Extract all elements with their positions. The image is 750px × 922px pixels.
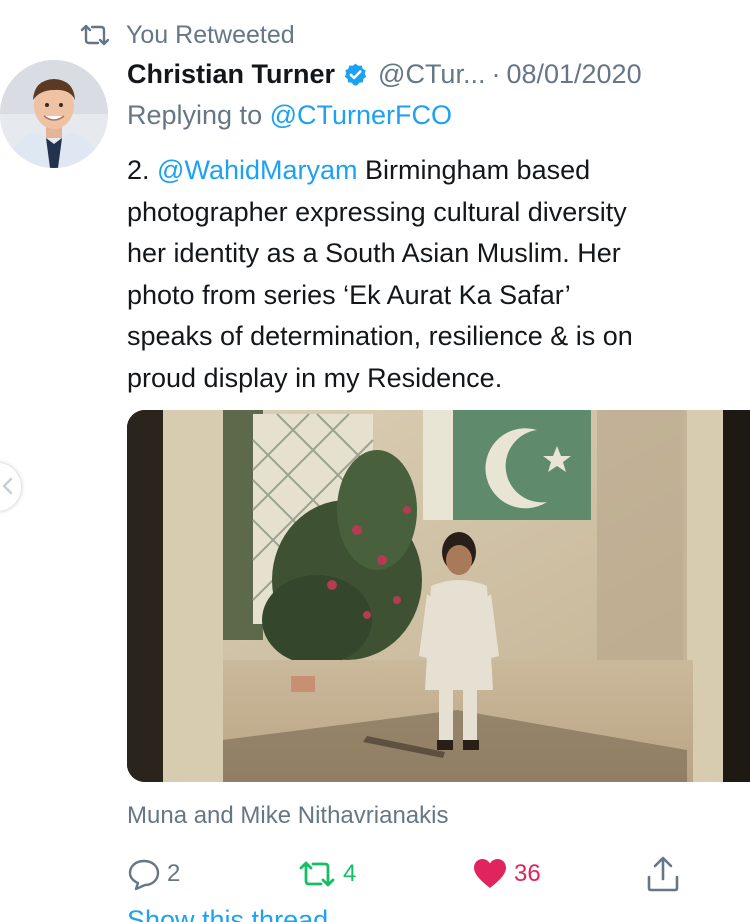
chevron-left-icon xyxy=(2,477,13,495)
reply-button[interactable]: 2 xyxy=(127,852,180,896)
like-count: 36 xyxy=(514,860,541,887)
tweet-page: You Retweeted Christian Turner @CTur... … xyxy=(0,0,750,922)
reply-icon xyxy=(128,859,160,891)
header-separator: · xyxy=(491,58,501,89)
tweet-text-line: photographer expressing cultural diversi… xyxy=(127,196,627,227)
retweet-context: You Retweeted xyxy=(78,18,295,52)
retweet-icon xyxy=(299,861,335,887)
media-tagged-users[interactable]: Muna and Mike Nithavrianakis xyxy=(127,802,448,830)
show-thread-link[interactable]: Show this thread xyxy=(127,905,328,922)
author-display-name[interactable]: Christian Turner xyxy=(127,59,335,90)
mention-link[interactable]: @WahidMaryam xyxy=(157,155,357,185)
avatar-image xyxy=(0,60,108,168)
tweet-text-line: 2. @WahidMaryam Birmingham based xyxy=(127,150,750,192)
replying-to: Replying to @CTurnerFCO xyxy=(127,100,452,131)
tweet-text-line: speaks of determination, resilience & is… xyxy=(127,321,633,351)
author-handle[interactable]: @CTur... xyxy=(378,59,485,90)
tweet-header: Christian Turner @CTur... · 08/01/2020 xyxy=(127,55,750,93)
replying-to-handle-link[interactable]: @CTurnerFCO xyxy=(270,100,452,130)
tweet-media-photo[interactable] xyxy=(127,410,750,782)
share-button[interactable] xyxy=(645,852,681,896)
retweet-context-label: You Retweeted xyxy=(126,20,295,49)
heart-icon xyxy=(474,859,506,888)
tweet-text-fragment: Birmingham based xyxy=(365,155,591,185)
tweet-text-line: proud display in my Residence. xyxy=(127,362,503,393)
tweet-date[interactable]: 08/01/2020 xyxy=(506,59,641,90)
verified-badge-icon xyxy=(344,63,367,85)
avatar[interactable] xyxy=(0,60,108,168)
tweet-actions: 2 4 36 xyxy=(127,852,687,896)
thread-number: 2. xyxy=(127,155,150,185)
like-button[interactable]: 36 xyxy=(472,852,541,896)
tweet-text-line: photo from series ‘Ek Aurat Ka Safar’ xyxy=(127,279,571,310)
retweet-button[interactable]: 4 xyxy=(297,852,356,896)
photo-illustration xyxy=(127,410,750,782)
share-icon xyxy=(647,856,679,892)
tweet-text: 2. @WahidMaryam Birmingham based photogr… xyxy=(127,150,750,399)
retweet-icon xyxy=(80,24,110,46)
tweet-text-line: her identity as a South Asian Muslim. He… xyxy=(127,238,621,268)
replying-to-prefix: Replying to xyxy=(127,100,263,130)
previous-media-button[interactable] xyxy=(0,462,22,512)
reply-count: 2 xyxy=(167,860,181,887)
retweet-count: 4 xyxy=(343,860,357,887)
